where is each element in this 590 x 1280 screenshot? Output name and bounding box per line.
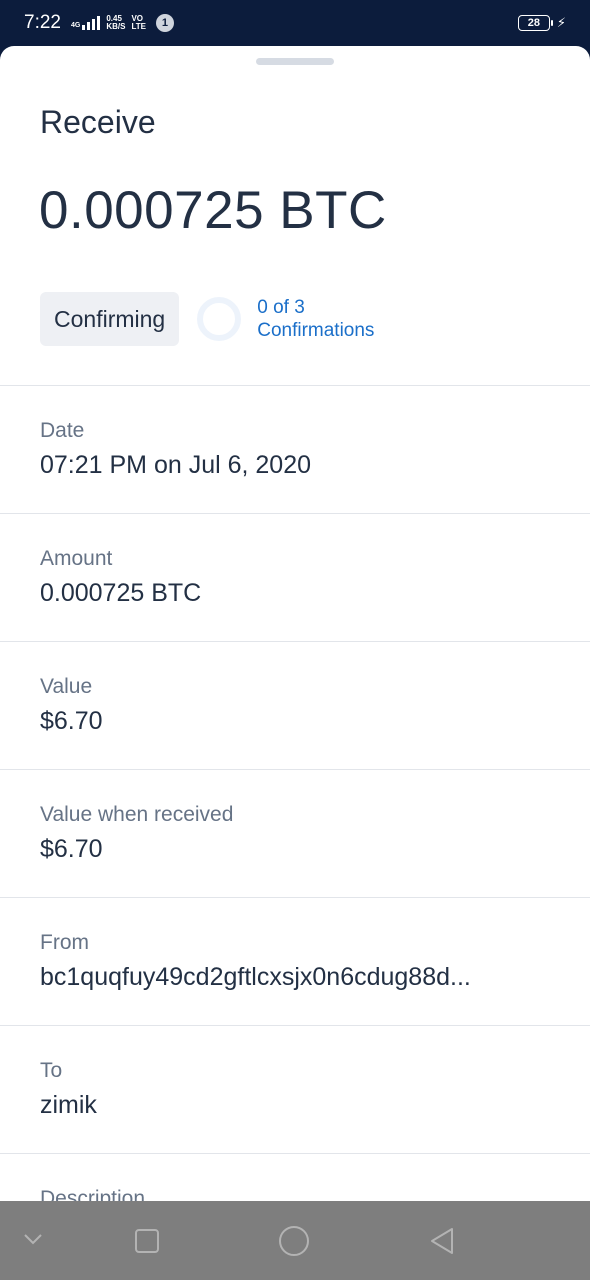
status-time: 7:22 xyxy=(24,12,61,33)
detail-row-to: To zimik xyxy=(0,1025,590,1153)
signal-icon: 4G xyxy=(70,16,101,30)
navigation-bar xyxy=(0,1201,590,1280)
confirmations-count: 0 of 3 Confirmations xyxy=(257,297,375,341)
network-indicator: 4G 0.45 KB/S VO LTE 1 xyxy=(71,14,174,32)
detail-label: Value xyxy=(40,675,93,698)
detail-row-amount: Amount 0.000725 BTC xyxy=(0,513,590,641)
nav-collapse-icon[interactable] xyxy=(22,1231,44,1247)
battery-icon: 28 xyxy=(517,15,553,31)
detail-value: 07:21 PM on Jul 6, 2020 xyxy=(40,451,312,479)
from-address[interactable]: bc1quqfuy49cd2gftlcxsjx0n6cdug88d... xyxy=(40,961,550,993)
sheet-drag-handle[interactable] xyxy=(256,58,334,65)
battery-level: 28 xyxy=(527,17,540,29)
status-badge: Confirming xyxy=(40,292,180,346)
nav-recents-icon[interactable] xyxy=(134,1228,160,1254)
receive-details-sheet: Receive 0.000725 BTC Confirming 0 of 3 C… xyxy=(0,46,590,1201)
detail-row-value-when-received: Value when received $6.70 xyxy=(0,769,590,897)
network-speed: 0.45 KB/S xyxy=(106,14,126,31)
nav-home-icon[interactable] xyxy=(278,1225,310,1257)
transaction-amount: 0.000725 BTC xyxy=(39,181,387,240)
confirmation-progress-icon xyxy=(197,297,242,341)
details-list: Date 07:21 PM on Jul 6, 2020 Amount 0.00… xyxy=(0,385,590,1201)
status-bar: 7:22 4G 0.45 KB/S VO LTE 1 28 ⚡ xyxy=(0,0,590,46)
detail-label: Description xyxy=(40,1187,146,1201)
detail-label: Amount xyxy=(40,547,113,570)
detail-label: From xyxy=(40,931,89,954)
detail-label: To xyxy=(40,1059,63,1082)
detail-label: Date xyxy=(40,419,85,442)
notification-count-badge: 1 xyxy=(155,14,174,32)
detail-value: zimik xyxy=(40,1091,97,1119)
detail-row-value: Value $6.70 xyxy=(0,641,590,769)
detail-row-description[interactable]: Description xyxy=(0,1153,590,1201)
nav-back-icon[interactable] xyxy=(428,1226,456,1256)
detail-value: 0.000725 BTC xyxy=(40,579,202,607)
detail-value: $6.70 xyxy=(40,707,103,735)
volte-indicator: VO LTE xyxy=(131,14,146,31)
detail-value: $6.70 xyxy=(40,835,103,863)
page-title: Receive xyxy=(40,104,156,140)
charging-bolt-icon: ⚡ xyxy=(556,15,566,30)
detail-label: Value when received xyxy=(40,803,234,826)
confirmation-status: Confirming 0 of 3 Confirmations xyxy=(40,292,374,346)
detail-row-from[interactable]: From bc1quqfuy49cd2gftlcxsjx0n6cdug88d..… xyxy=(0,897,590,1025)
network-type: 4G xyxy=(70,22,81,29)
detail-row-date: Date 07:21 PM on Jul 6, 2020 xyxy=(0,385,590,513)
